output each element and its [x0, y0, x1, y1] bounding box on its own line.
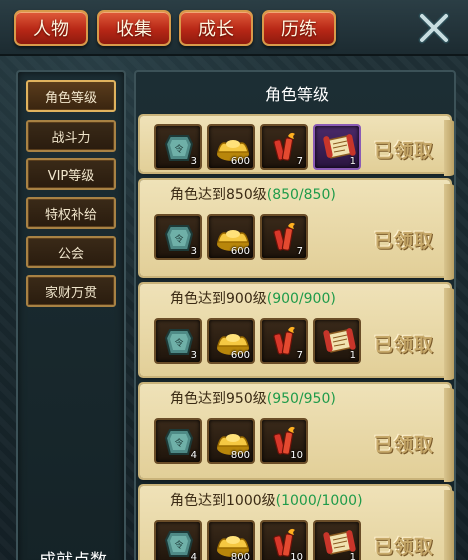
- svg-text:令: 令: [174, 539, 183, 551]
- reward-item[interactable]: 600: [207, 318, 255, 364]
- reward-item[interactable]: 600: [207, 124, 255, 170]
- item-count: 800: [230, 450, 250, 461]
- item-count: 4: [190, 552, 197, 560]
- reward-item[interactable]: 1: [313, 520, 361, 560]
- side-item-wealth[interactable]: 家财万贯: [26, 275, 116, 307]
- side-menu-panel: 角色等级 战斗力 VIP等级 特权补给 公会 家财万贯 成就点数: [16, 70, 126, 560]
- side-item-character-level[interactable]: 角色等级: [26, 80, 116, 112]
- side-item-combat-power[interactable]: 战斗力: [26, 120, 116, 152]
- close-button[interactable]: [414, 8, 454, 48]
- achievement-points-label: 成就点数: [18, 546, 128, 560]
- reward-items: 令 3 600 7: [154, 214, 308, 260]
- side-item-privilege-supply[interactable]: 特权补给: [26, 197, 116, 229]
- side-item-vip-level[interactable]: VIP等级: [26, 158, 116, 190]
- reward-item[interactable]: 令3: [154, 214, 202, 260]
- item-count: 600: [230, 156, 250, 167]
- reward-row: 角色达到850级(850/850) 令 3 600 7 已领取: [140, 180, 454, 280]
- top-tab-bar: 人物 收集 成长 历练: [0, 0, 468, 56]
- tab-growth[interactable]: 成长: [179, 10, 253, 46]
- reward-item[interactable]: 7: [260, 318, 308, 364]
- claimed-button[interactable]: 已领取: [374, 430, 434, 457]
- item-count: 800: [230, 552, 250, 560]
- reward-item[interactable]: 令4: [154, 520, 202, 560]
- reward-item[interactable]: 令4: [154, 418, 202, 464]
- svg-text:令: 令: [174, 143, 183, 155]
- level-progress: (950/950): [266, 391, 336, 407]
- item-count: 4: [190, 450, 197, 461]
- claimed-button[interactable]: 已领取: [374, 532, 434, 559]
- svg-text:令: 令: [174, 337, 183, 349]
- reward-item[interactable]: 7: [260, 124, 308, 170]
- tab-experience[interactable]: 历练: [262, 10, 336, 46]
- reward-item[interactable]: 1: [313, 318, 361, 364]
- close-icon: [418, 12, 450, 44]
- claimed-button[interactable]: 已领取: [374, 330, 434, 357]
- reward-row: 角色达到900级(900/900) 令 3 600 7 1 已领取: [140, 284, 454, 380]
- reward-row-title: 角色达到900级(900/900): [170, 291, 336, 307]
- reward-row: 角色达到1000级(1000/1000) 令 4 800 10 1 已领取: [140, 486, 454, 560]
- reward-item[interactable]: 1: [313, 124, 361, 170]
- reward-item[interactable]: 10: [260, 520, 308, 560]
- reward-items: 令 3 600 7 1: [154, 318, 361, 364]
- reward-item[interactable]: 800: [207, 418, 255, 464]
- item-count: 10: [290, 552, 303, 560]
- reward-row-title: 角色达到950级(950/950): [170, 391, 336, 407]
- item-count: 3: [190, 156, 197, 167]
- level-progress: (1000/1000): [275, 493, 363, 509]
- item-count: 7: [296, 156, 303, 167]
- level-progress: (850/850): [266, 187, 336, 203]
- svg-text:令: 令: [174, 233, 183, 245]
- reward-item[interactable]: 7: [260, 214, 308, 260]
- reward-item[interactable]: 令3: [154, 318, 202, 364]
- item-count: 7: [296, 350, 303, 361]
- item-count: 600: [230, 350, 250, 361]
- item-count: 3: [190, 246, 197, 257]
- item-count: 600: [230, 246, 250, 257]
- reward-row: 令 3 600 7 1 已领取: [140, 116, 454, 176]
- reward-items: 令 3 600 7 1: [154, 124, 361, 170]
- item-count: 3: [190, 350, 197, 361]
- reward-item[interactable]: 800: [207, 520, 255, 560]
- item-count: 1: [349, 156, 356, 167]
- reward-item[interactable]: 600: [207, 214, 255, 260]
- reward-row-title: 角色达到1000级(1000/1000): [170, 493, 363, 509]
- claimed-button[interactable]: 已领取: [374, 226, 434, 253]
- item-count: 1: [349, 350, 356, 361]
- level-progress: (900/900): [266, 291, 336, 307]
- item-count: 10: [290, 450, 303, 461]
- reward-item[interactable]: 令3: [154, 124, 202, 170]
- tab-character[interactable]: 人物: [14, 10, 88, 46]
- item-count: 1: [349, 552, 356, 560]
- item-count: 7: [296, 246, 303, 257]
- reward-row-title: 角色达到850级(850/850): [170, 187, 336, 203]
- tab-collection[interactable]: 收集: [97, 10, 171, 46]
- claimed-button[interactable]: 已领取: [374, 136, 434, 163]
- reward-item[interactable]: 10: [260, 418, 308, 464]
- svg-text:令: 令: [174, 437, 183, 449]
- reward-list-panel[interactable]: 角色等级 令 3 600 7 1 已领取 角色达到850级(850/850) 令 3 600 7 已领…: [134, 70, 456, 560]
- panel-title: 角色等级: [264, 85, 329, 104]
- reward-items: 令 4 800 10: [154, 418, 308, 464]
- reward-row: 角色达到950级(950/950) 令 4 800 10 已领取: [140, 384, 454, 482]
- reward-items: 令 4 800 10 1: [154, 520, 361, 560]
- side-item-guild[interactable]: 公会: [26, 236, 116, 268]
